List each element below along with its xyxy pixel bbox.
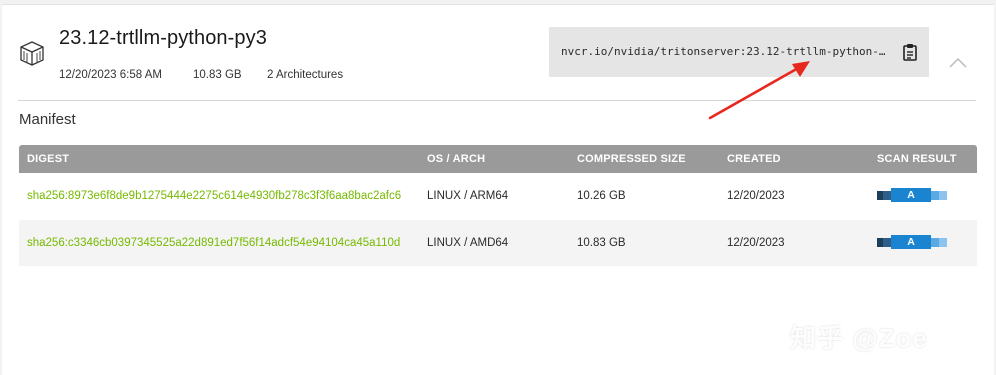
digest-link[interactable]: sha256:8973e6f8de9b1275444e2275c614e4930…: [27, 190, 424, 202]
created-cell: 12/20/2023: [727, 237, 785, 249]
compressed-size-cell: 10.26 GB: [577, 190, 626, 202]
scan-grade: A: [907, 236, 915, 248]
tag-size: 10.83 GB: [193, 69, 242, 81]
os-arch-cell: LINUX / AMD64: [427, 237, 509, 249]
table-row: sha256:c3346cb0397345525a22d891ed7f56f14…: [19, 220, 977, 266]
scan-result-badge[interactable]: A: [877, 235, 947, 249]
scan-bar-segment: [939, 238, 947, 247]
scan-grade: A: [907, 189, 915, 201]
clipboard-icon[interactable]: [902, 43, 918, 61]
scan-result-badge[interactable]: A: [877, 188, 947, 202]
red-annotation-arrow: [708, 61, 810, 120]
header-divider: [18, 100, 976, 101]
manifest-title: Manifest: [19, 111, 76, 128]
digest-link[interactable]: sha256:c3346cb0397345525a22d891ed7f56f14…: [27, 237, 424, 249]
column-header-digest: DIGEST: [27, 153, 70, 165]
scan-bar-segment: [939, 191, 947, 200]
chevron-up-icon[interactable]: [948, 55, 968, 69]
manifest-table-header: DIGEST OS / ARCH COMPRESSED SIZE CREATED…: [19, 145, 977, 173]
scan-bar-segment: [883, 238, 891, 247]
compressed-size-cell: 10.83 GB: [577, 237, 626, 249]
os-arch-cell: LINUX / ARM64: [427, 190, 509, 202]
tag-title: 23.12-trtllm-python-py3: [59, 27, 267, 49]
table-row: sha256:8973e6f8de9b1275444e2275c614e4930…: [19, 173, 977, 219]
scan-bar-segment: [931, 238, 939, 247]
watermark-text: 知乎 @Zoe: [790, 323, 928, 353]
tag-date: 12/20/2023 6:58 AM: [59, 69, 162, 81]
container-box-icon: [20, 41, 44, 66]
tag-header: 23.12-trtllm-python-py3 12/20/2023 6:58 …: [2, 5, 994, 101]
column-header-os-arch: OS / ARCH: [427, 153, 486, 165]
created-cell: 12/20/2023: [727, 190, 785, 202]
column-header-compressed-size: COMPRESSED SIZE: [577, 153, 686, 165]
scan-bar-segment: [931, 191, 939, 200]
column-header-created: CREATED: [727, 153, 781, 165]
scan-bar-segment: [883, 191, 891, 200]
tag-architectures: 2 Architectures: [267, 69, 344, 81]
column-header-scan-result: SCAN RESULT: [877, 153, 957, 165]
